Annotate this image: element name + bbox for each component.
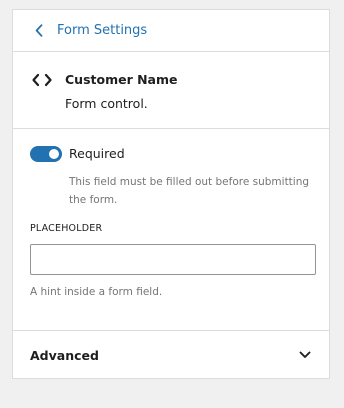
back-link[interactable]: Form Settings <box>57 23 147 38</box>
required-help-text: This field must be filled out before sub… <box>69 176 310 206</box>
block-title: Customer Name <box>65 72 178 87</box>
required-toggle-label[interactable]: Required <box>69 146 125 161</box>
settings-section: Required This field must be filled out b… <box>13 129 329 331</box>
placeholder-field-label: PLACEHOLDER <box>30 223 103 234</box>
required-toggle[interactable] <box>30 146 62 162</box>
advanced-section-toggle[interactable]: Advanced <box>13 331 329 379</box>
chevron-down-icon <box>298 348 312 362</box>
panel-header: Form Settings <box>13 10 329 52</box>
advanced-section-label: Advanced <box>30 347 99 363</box>
settings-panel: Form Settings Customer Name Form control… <box>12 9 330 379</box>
code-icon <box>32 72 52 87</box>
block-description: Form control. <box>65 96 148 111</box>
chevron-left-icon[interactable] <box>35 24 45 38</box>
placeholder-help-text: A hint inside a form field. <box>30 286 163 298</box>
placeholder-input[interactable] <box>30 244 316 275</box>
block-card: Customer Name Form control. <box>13 52 329 129</box>
toggle-knob <box>49 149 59 159</box>
